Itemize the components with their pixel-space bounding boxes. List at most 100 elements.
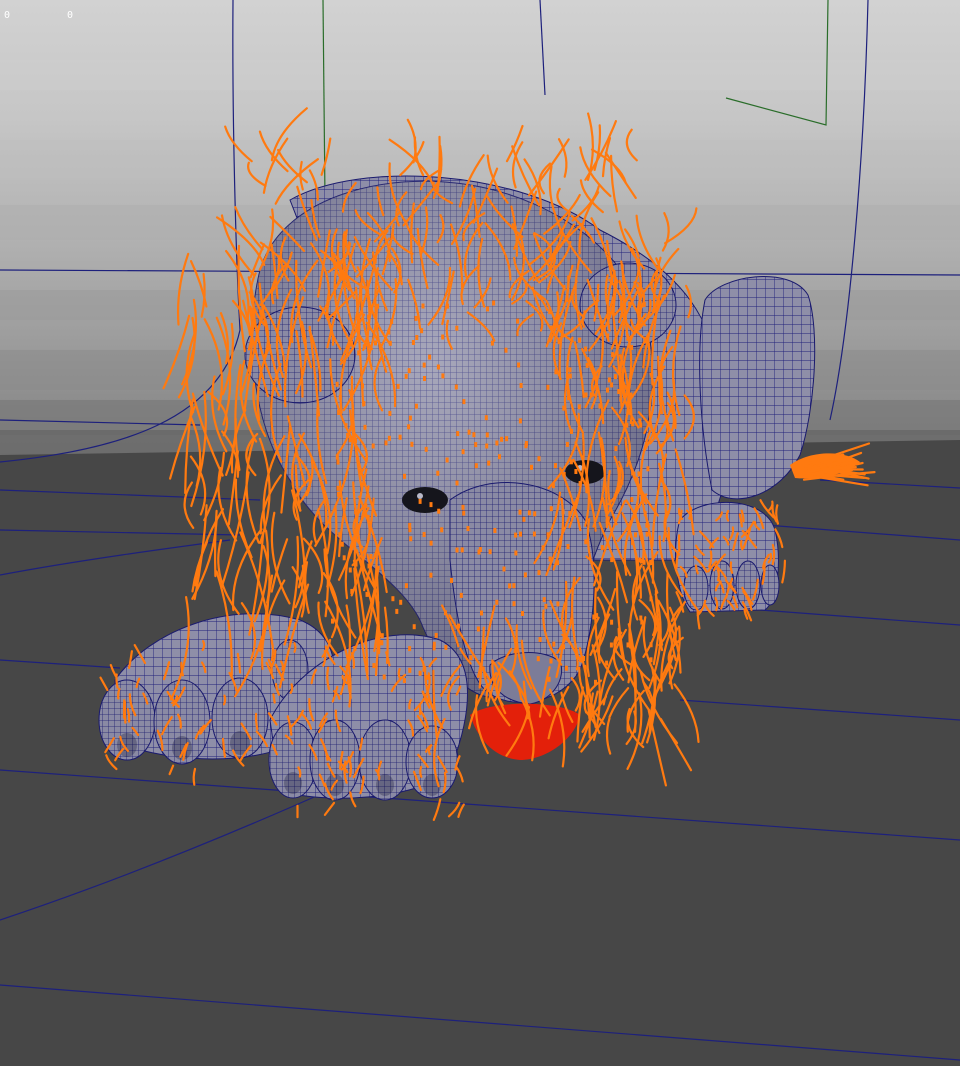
- hair-root: [371, 443, 375, 449]
- hair-guide-strand: [419, 765, 423, 778]
- hair-root: [589, 392, 593, 398]
- hair-root: [342, 555, 346, 561]
- hair-root: [374, 340, 377, 346]
- hair-guide-strand: [729, 561, 734, 574]
- hair-root: [460, 547, 464, 553]
- hair-root: [402, 678, 406, 684]
- hair-root: [630, 345, 634, 350]
- hair-root: [498, 454, 501, 460]
- hair-root: [399, 599, 403, 605]
- hair-root: [354, 438, 357, 444]
- hair-root: [362, 344, 366, 350]
- hair-root: [584, 392, 588, 398]
- hair-root: [455, 547, 459, 553]
- hair-root: [567, 389, 570, 395]
- hair-root: [450, 577, 453, 583]
- hair-root: [445, 457, 449, 463]
- hair-root: [610, 382, 614, 388]
- viewport-scene[interactable]: [0, 0, 960, 1066]
- hair-root: [462, 399, 466, 405]
- hair-root: [367, 325, 371, 331]
- hair-root: [645, 531, 649, 537]
- hair-root: [643, 511, 647, 517]
- hair-root: [532, 531, 536, 537]
- hair-root: [628, 527, 631, 533]
- hair-root: [444, 644, 448, 650]
- hair-root: [472, 432, 476, 438]
- hair-root: [354, 561, 358, 567]
- hair-root: [584, 539, 588, 545]
- hair-root: [348, 567, 352, 573]
- hair-root: [504, 347, 508, 353]
- hair-root: [579, 657, 583, 662]
- hair-root: [606, 333, 610, 339]
- hair-root: [525, 441, 528, 446]
- hair-root: [493, 528, 497, 533]
- hair-root: [642, 559, 646, 565]
- hair-root: [363, 424, 367, 430]
- hair-root: [617, 389, 621, 394]
- hair-root: [628, 301, 632, 307]
- hair-root: [420, 328, 424, 334]
- hair-root: [366, 514, 370, 520]
- hair-root: [336, 491, 340, 497]
- lion-left-eye[interactable]: [402, 487, 448, 513]
- hair-root: [639, 615, 643, 621]
- hair-root: [611, 352, 615, 358]
- hair-root: [362, 401, 366, 407]
- hair-guide-strand: [117, 687, 121, 700]
- hair-root: [357, 350, 361, 356]
- hair-root: [556, 560, 559, 566]
- hair-root: [619, 396, 623, 402]
- hair-root: [556, 601, 560, 607]
- hair-root: [340, 541, 344, 547]
- hair-root: [395, 608, 399, 614]
- hair-root: [486, 306, 489, 312]
- hair-root: [642, 301, 646, 307]
- hair-root: [410, 441, 414, 447]
- hair-root: [552, 641, 556, 647]
- hair-root: [408, 646, 412, 652]
- hair-root: [649, 596, 653, 602]
- hair-root: [568, 367, 572, 373]
- hair-root: [338, 394, 342, 400]
- hair-root: [512, 583, 516, 589]
- hair-root: [582, 656, 585, 661]
- hair-root: [554, 369, 558, 375]
- maya-viewport[interactable]: 0 0: [0, 0, 960, 1066]
- hair-root: [441, 373, 445, 379]
- hair-root: [519, 531, 522, 537]
- hair-root: [522, 516, 526, 522]
- hair-root: [418, 498, 422, 504]
- hair-root: [407, 424, 411, 430]
- hair-root: [487, 460, 491, 466]
- hair-root: [388, 340, 392, 346]
- hair-root: [568, 373, 572, 379]
- hair-root: [331, 618, 334, 624]
- hair-root: [631, 539, 635, 545]
- hair-root: [570, 428, 573, 434]
- hair-root: [564, 665, 568, 671]
- hair-root: [544, 603, 548, 609]
- hair-root: [422, 532, 426, 537]
- hair-root: [512, 601, 516, 607]
- hair-guide-strand: [222, 694, 227, 706]
- hair-root: [436, 364, 440, 370]
- hair-root: [412, 624, 416, 630]
- hair-root: [418, 670, 422, 676]
- hair-root: [629, 392, 633, 398]
- hair-root: [508, 583, 512, 589]
- hair-guide-strand: [716, 568, 720, 582]
- hair-root: [548, 556, 552, 562]
- hair-root: [608, 506, 612, 512]
- hair-root: [411, 340, 415, 345]
- hair-root: [455, 325, 459, 331]
- hair-root: [380, 633, 384, 639]
- hair-root: [518, 509, 522, 515]
- hair-root: [577, 404, 581, 410]
- hair-root: [396, 383, 400, 389]
- hair-root: [336, 459, 340, 465]
- hair-root: [594, 679, 597, 685]
- hair-root: [382, 674, 386, 680]
- hair-root: [390, 319, 394, 324]
